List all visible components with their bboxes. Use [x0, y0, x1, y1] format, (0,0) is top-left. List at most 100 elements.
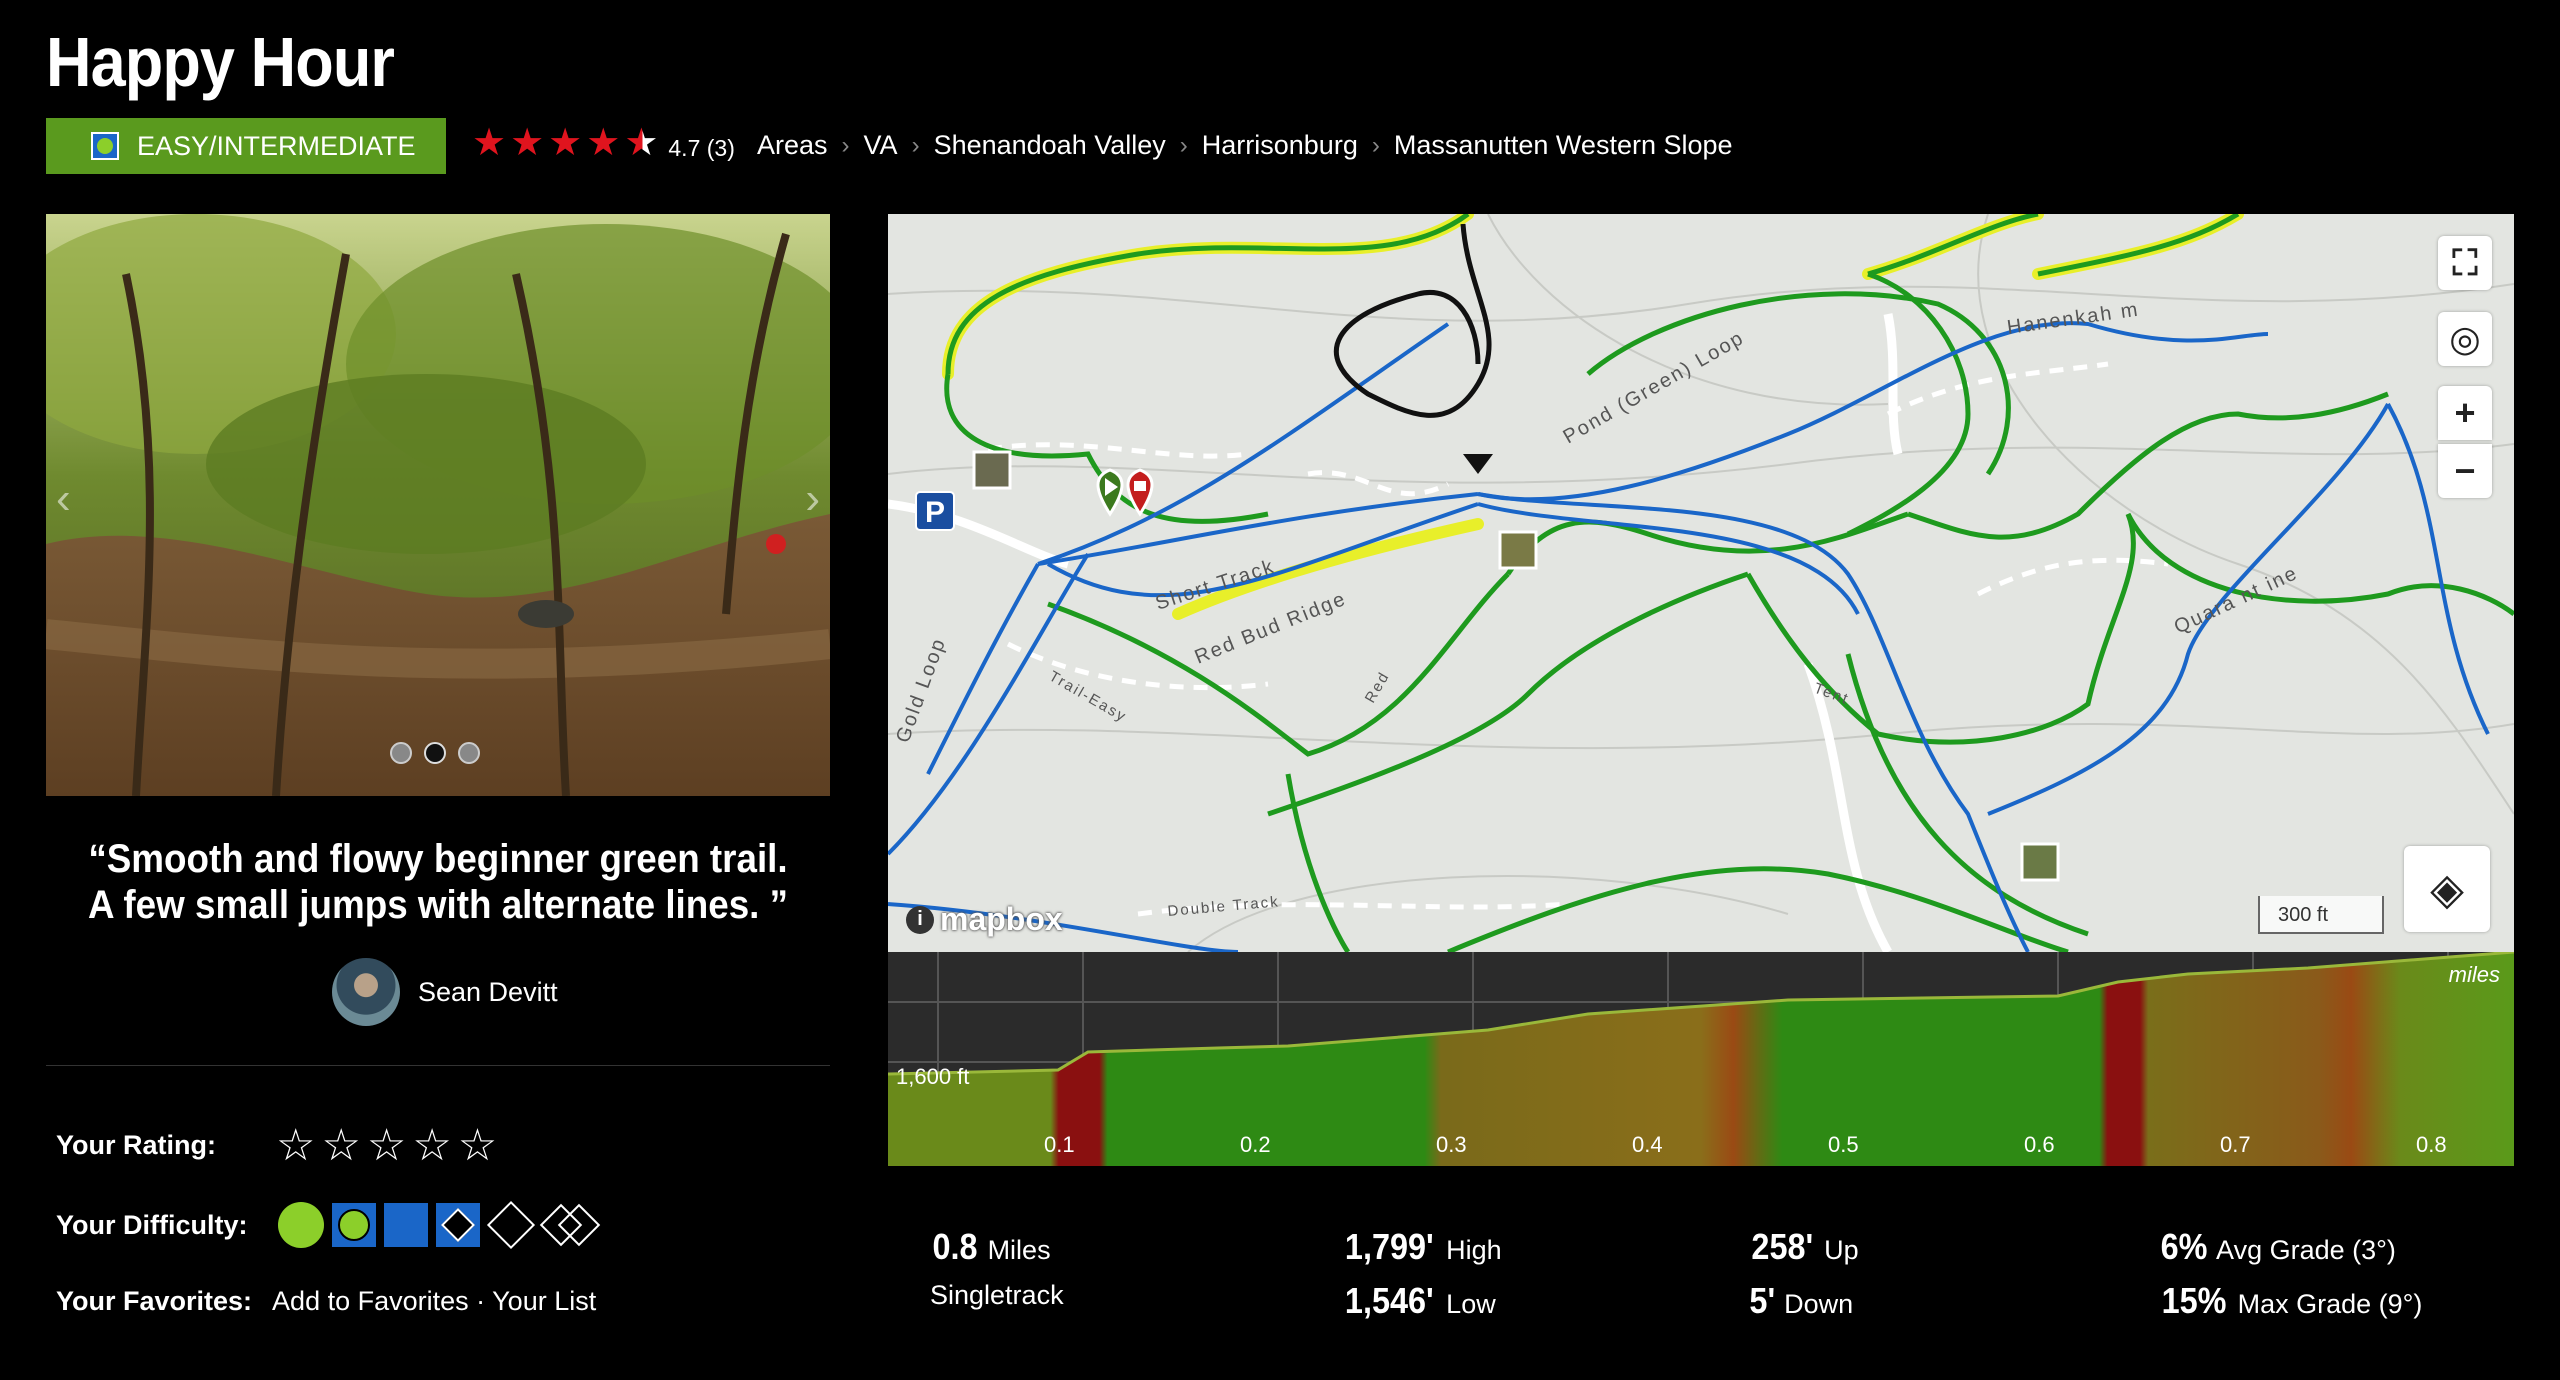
- half-star-icon: ★: [624, 122, 659, 164]
- green-circle-icon[interactable]: [277, 1202, 324, 1248]
- fullscreen-icon[interactable]: ⛶: [2438, 236, 2492, 290]
- profile-tick: 0.3: [1436, 1132, 1467, 1157]
- low-value: 1,546': [1344, 1280, 1434, 1321]
- breadcrumb-massanutten-western-slope[interactable]: Massanutten Western Slope: [1394, 130, 1733, 161]
- chevron-right-icon: ›: [1371, 131, 1380, 159]
- chevron-right-icon: ›: [911, 131, 920, 159]
- your-rating-label: Your Rating:: [56, 1130, 216, 1160]
- add-to-favorites-link[interactable]: Add to Favorites: [272, 1286, 469, 1316]
- your-favorites-row: Your Favorites: Add to Favorites · Your …: [56, 1286, 596, 1317]
- your-difficulty-row: Your Difficulty:: [56, 1200, 600, 1250]
- rating-star-1-icon[interactable]: ☆: [276, 1120, 315, 1171]
- profile-tick: 0.6: [2024, 1132, 2055, 1157]
- link-separator: ·: [468, 1286, 493, 1316]
- stat-climb: 258' Up 5' Down: [1748, 1226, 1859, 1322]
- layers-icon[interactable]: ◈: [2404, 846, 2490, 932]
- profile-tick: 0.7: [2220, 1132, 2251, 1157]
- blue-black-icon[interactable]: [435, 1203, 480, 1247]
- zoom-out-icon[interactable]: −: [2438, 444, 2492, 498]
- map-scale: 300 ft: [2258, 896, 2384, 934]
- distance-value: 0.8: [932, 1226, 978, 1267]
- star-icon: ★: [510, 122, 545, 164]
- profile-tick: 0.5: [1828, 1132, 1859, 1157]
- breadcrumb-va[interactable]: VA: [864, 130, 898, 161]
- blue-square-icon[interactable]: [383, 1203, 428, 1247]
- locate-icon[interactable]: ◎: [2438, 312, 2492, 366]
- star-rating[interactable]: ★ ★ ★ ★ ★ 4.7 (3): [472, 124, 735, 162]
- map-label-red: Red: [1362, 668, 1393, 706]
- carousel-dots: [390, 742, 480, 764]
- parking-icon: P: [925, 496, 945, 529]
- chevron-left-icon[interactable]: ‹: [56, 474, 71, 524]
- avg-grade-value: 6%: [2160, 1226, 2208, 1267]
- star-icon: ★: [586, 122, 621, 164]
- up-value: 258': [1751, 1226, 1814, 1267]
- trail-type: Singletrack: [930, 1280, 1064, 1310]
- green-blue-icon[interactable]: [331, 1203, 376, 1247]
- star-icon: ★: [548, 122, 583, 164]
- zoom-in-icon[interactable]: +: [2438, 386, 2492, 440]
- green-blue-difficulty-icon: [91, 132, 119, 160]
- breadcrumb: Areas › VA › Shenandoah Valley › Harriso…: [757, 130, 1733, 161]
- profile-tick: 0.8: [2416, 1132, 2447, 1157]
- avg-grade-label: Avg Grade (3°): [2216, 1235, 2396, 1265]
- info-icon[interactable]: i: [906, 905, 934, 934]
- trail-map[interactable]: P Pond (Green) Loop Hanenkah m Short Tra…: [888, 214, 2514, 952]
- rating-text: 4.7 (3): [668, 134, 735, 161]
- page-title: Happy Hour: [46, 23, 395, 101]
- rating-star-3-icon[interactable]: ☆: [367, 1120, 406, 1171]
- route-quote: “Smooth and flowy beginner green trail. …: [87, 837, 789, 927]
- elevation-profile[interactable]: 1,600 ft miles 0.1 0.2 0.3 0.4 0.5 0.6 0…: [888, 952, 2514, 1166]
- map-canvas[interactable]: P Pond (Green) Loop Hanenkah m Short Tra…: [888, 214, 2514, 952]
- mapbox-logo[interactable]: i mapbox: [906, 901, 1063, 938]
- stat-distance: 0.8 Miles Singletrack: [930, 1226, 1064, 1311]
- chevron-right-icon: ›: [1179, 131, 1188, 159]
- quote-author[interactable]: Sean Devitt: [332, 958, 558, 1026]
- map-label-trail-easy: Trail-Easy: [1046, 668, 1130, 726]
- rating-star-2-icon[interactable]: ☆: [321, 1120, 360, 1171]
- elevation-axis-label: 1,600 ft: [896, 1064, 970, 1089]
- stat-grade: 6% Avg Grade (3°) 15% Max Grade (9°): [2158, 1226, 2423, 1322]
- profile-tick: 0.1: [1044, 1132, 1075, 1157]
- author-name[interactable]: Sean Devitt: [418, 977, 558, 1008]
- high-value: 1,799': [1344, 1226, 1434, 1267]
- max-grade-value: 15%: [2161, 1280, 2227, 1321]
- profile-tick: 0.4: [1632, 1132, 1663, 1157]
- difficulty-label: EASY/INTERMEDIATE: [137, 130, 416, 161]
- down-value: 5': [1749, 1280, 1776, 1321]
- star-icon: ★: [472, 122, 507, 164]
- distance-unit: Miles: [987, 1235, 1051, 1265]
- breadcrumb-harrisonburg[interactable]: Harrisonburg: [1202, 130, 1358, 161]
- difficulty-badge: EASY/INTERMEDIATE: [46, 118, 446, 174]
- breadcrumb-shenandoah-valley[interactable]: Shenandoah Valley: [934, 130, 1166, 161]
- your-rating-row: Your Rating: ☆ ☆ ☆ ☆ ☆: [56, 1120, 497, 1171]
- up-label: Up: [1824, 1235, 1859, 1265]
- your-difficulty-label: Your Difficulty:: [56, 1209, 248, 1240]
- rating-star-5-icon[interactable]: ☆: [458, 1120, 497, 1171]
- stat-elevation: 1,799' High 1,546' Low: [1340, 1226, 1502, 1322]
- map-label-double-track: Double Track: [1167, 893, 1280, 920]
- max-grade-label: Max Grade (9°): [2237, 1289, 2423, 1319]
- rating-star-4-icon[interactable]: ☆: [412, 1120, 451, 1171]
- divider: [46, 1065, 830, 1066]
- carousel-dot[interactable]: [458, 742, 480, 764]
- chevron-right-icon[interactable]: ›: [805, 474, 820, 524]
- trail-photo: [46, 214, 830, 796]
- your-list-link[interactable]: Your List: [492, 1286, 596, 1316]
- map-label-pond-loop: Pond (Green) Loop: [1560, 327, 1749, 449]
- profile-tick: 0.2: [1240, 1132, 1271, 1157]
- low-label: Low: [1446, 1289, 1496, 1319]
- double-black-diamond-icon[interactable]: [539, 1202, 600, 1248]
- avatar[interactable]: [332, 958, 400, 1026]
- chevron-right-icon: ›: [841, 131, 850, 159]
- mapbox-wordmark: mapbox: [940, 901, 1063, 937]
- high-label: High: [1446, 1235, 1502, 1265]
- carousel-dot[interactable]: [390, 742, 412, 764]
- carousel-dot-active[interactable]: [424, 742, 446, 764]
- breadcrumb-areas[interactable]: Areas: [757, 130, 828, 161]
- photo-carousel[interactable]: ‹ ›: [46, 214, 830, 796]
- map-label-gold-loop: Gold Loop: [892, 635, 950, 746]
- black-diamond-icon[interactable]: [486, 1200, 535, 1250]
- distance-unit-label: miles: [2448, 962, 2500, 987]
- your-favorites-label: Your Favorites:: [56, 1286, 253, 1316]
